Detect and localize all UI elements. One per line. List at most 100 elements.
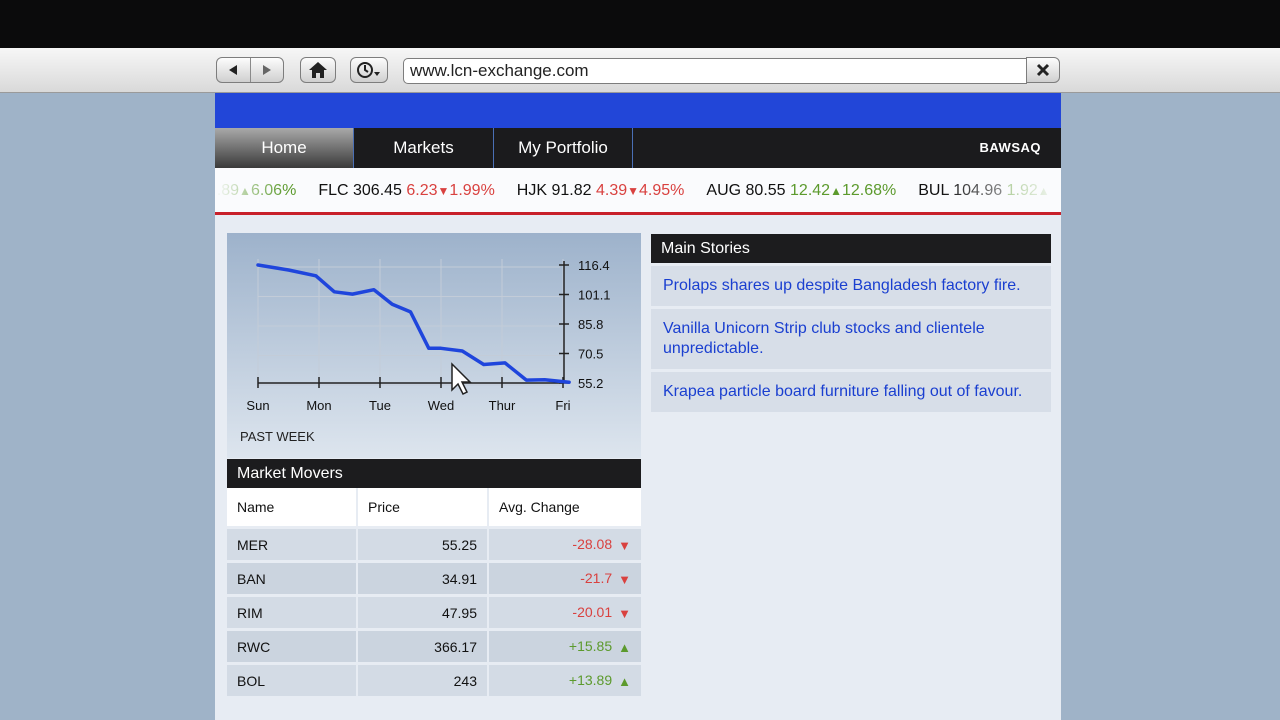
stock-price: 47.95 <box>358 594 489 628</box>
column-header-avg-change: Avg. Change <box>489 488 641 526</box>
main-stories: Main Stories Prolaps shares up despite B… <box>651 234 1051 412</box>
tab-my-portfolio[interactable]: My Portfolio <box>494 128 633 168</box>
stock-change-cell: +15.85 ▲ <box>489 628 641 662</box>
market-movers: Market Movers Name Price Avg. Change MER… <box>227 459 641 696</box>
tab-home[interactable]: Home <box>215 128 354 168</box>
back-arrow-icon <box>229 65 238 75</box>
y-tick-label: 101.1 <box>578 288 611 303</box>
ticker-price: 91.82 <box>551 182 592 199</box>
clock-dropdown-icon <box>357 62 380 78</box>
x-tick-label: Fri <box>555 398 570 413</box>
stock-change: -28.08 <box>572 536 613 553</box>
web-page: Home Markets My Portfolio BAWSAQ 13.89▲6… <box>215 93 1061 720</box>
y-tick-label: 116.4 <box>578 258 610 273</box>
forward-arrow-icon <box>262 65 271 75</box>
tab-markets[interactable]: Markets <box>354 128 494 168</box>
stock-price: 243 <box>358 662 489 696</box>
table-row[interactable]: BOL 243 +13.89 ▲ <box>227 662 641 696</box>
ticker-fade-left <box>215 168 285 212</box>
y-tick-label: 85.8 <box>578 317 603 332</box>
x-tick-label: Mon <box>306 398 331 413</box>
y-tick-label: 55.2 <box>578 376 603 391</box>
stock-name: RWC <box>227 628 358 662</box>
top-black-bar <box>0 0 1280 48</box>
table-row[interactable]: RWC 366.17 +15.85 ▲ <box>227 628 641 662</box>
story-link[interactable]: Vanilla Unicorn Strip club stocks and cl… <box>651 309 1051 369</box>
stock-change: +15.85 <box>568 638 613 655</box>
column-header-price: Price <box>358 488 489 526</box>
stock-change: -21.7 <box>580 570 613 587</box>
ticker-change: 12.42 <box>790 182 831 199</box>
story-link[interactable]: Krapea particle board furniture falling … <box>651 372 1051 412</box>
back-button[interactable] <box>217 58 250 82</box>
market-movers-title: Market Movers <box>227 459 641 488</box>
ticker-price: 306.45 <box>353 182 402 199</box>
down-arrow-icon: ▼ <box>627 184 640 198</box>
stock-change-cell: -28.08 ▼ <box>489 526 641 560</box>
table-row[interactable]: RIM 47.95 -20.01 ▼ <box>227 594 641 628</box>
main-stories-title: Main Stories <box>651 234 1051 263</box>
home-button[interactable] <box>300 57 336 83</box>
up-triangle-icon: ▲ <box>618 673 631 689</box>
ticker-change: 4.39 <box>595 182 628 199</box>
table-header-row: Name Price Avg. Change <box>227 488 641 526</box>
story-link[interactable]: Prolaps shares up despite Bangladesh fac… <box>651 266 1051 306</box>
table-row[interactable]: BAN 34.91 -21.7 ▼ <box>227 560 641 594</box>
site-nav: Home Markets My Portfolio BAWSAQ <box>215 128 1061 168</box>
stock-ticker: 13.89▲6.06%FLC 306.45 6.23▼1.99%HJK 91.8… <box>215 168 1061 215</box>
back-forward-group <box>216 57 284 83</box>
ticker-price: 80.55 <box>745 182 786 199</box>
ticker-symbol: FLC <box>318 182 349 199</box>
x-tick-label: Wed <box>428 398 455 413</box>
table-row[interactable]: MER 55.25 -28.08 ▼ <box>227 526 641 560</box>
price-series-line <box>256 263 571 384</box>
down-triangle-icon: ▼ <box>618 537 631 553</box>
down-triangle-icon: ▼ <box>618 571 631 587</box>
x-tick-label: Tue <box>369 398 391 413</box>
price-chart-panel: Sun Mon Tue Wed Thur Fri 116.4 101.1 85.8 70.5 55.… <box>227 233 641 458</box>
price-line-chart: Sun Mon Tue Wed Thur Fri 116.4 101.1 85.8 70.5 55.… <box>246 258 611 413</box>
site-header-band <box>215 93 1061 128</box>
forward-button[interactable] <box>249 58 284 82</box>
home-icon <box>309 62 327 78</box>
stock-change-cell: -20.01 ▼ <box>489 594 641 628</box>
stock-price: 34.91 <box>358 560 489 594</box>
up-triangle-icon: ▲ <box>618 639 631 655</box>
close-icon <box>1036 63 1050 77</box>
y-tick-label: 70.5 <box>578 347 603 362</box>
ticker-row: 13.89▲6.06%FLC 306.45 6.23▼1.99%HJK 91.8… <box>215 182 1061 200</box>
ticker-symbol: HJK <box>516 182 548 199</box>
stock-change-cell: -21.7 ▼ <box>489 560 641 594</box>
stock-price: 55.25 <box>358 526 489 560</box>
ticker-item: AUG 80.55 12.42▲12.68% <box>706 182 896 200</box>
ticker-symbol: AUG <box>706 182 742 199</box>
x-tick-label: Sun <box>246 398 269 413</box>
close-button[interactable] <box>1026 57 1060 83</box>
ticker-change: 6.23 <box>406 182 438 199</box>
ticker-item: HJK 91.82 4.39▼4.95% <box>517 182 685 200</box>
ticker-item: FLC 306.45 6.23▼1.99% <box>318 182 494 200</box>
bawsaq-logo[interactable]: BAWSAQ <box>980 140 1042 155</box>
chart-caption: PAST WEEK <box>240 429 315 444</box>
market-movers-table: Name Price Avg. Change MER 55.25 -28.08 ▼ BA… <box>227 488 641 696</box>
address-bar[interactable]: www.lcn-exchange.com <box>403 58 1027 84</box>
stock-change: -20.01 <box>572 604 613 621</box>
ticker-percent: 4.95% <box>639 182 685 199</box>
ticker-percent: 12.68% <box>841 182 897 199</box>
ticker-fade-right <box>941 168 1061 212</box>
stock-change: +13.89 <box>568 672 613 689</box>
mouse-cursor-icon <box>451 362 472 396</box>
column-header-name: Name <box>227 488 358 526</box>
down-arrow-icon: ▼ <box>437 184 450 198</box>
stock-name: MER <box>227 526 358 560</box>
up-arrow-icon: ▲ <box>830 184 842 198</box>
ticker-percent: 1.99% <box>449 182 495 199</box>
history-button[interactable] <box>350 57 388 83</box>
stock-name: BOL <box>227 662 358 696</box>
stock-price: 366.17 <box>358 628 489 662</box>
x-tick-label: Thur <box>489 398 516 413</box>
stock-name: RIM <box>227 594 358 628</box>
stock-change-cell: +13.89 ▲ <box>489 662 641 696</box>
stock-name: BAN <box>227 560 358 594</box>
down-triangle-icon: ▼ <box>618 605 631 621</box>
